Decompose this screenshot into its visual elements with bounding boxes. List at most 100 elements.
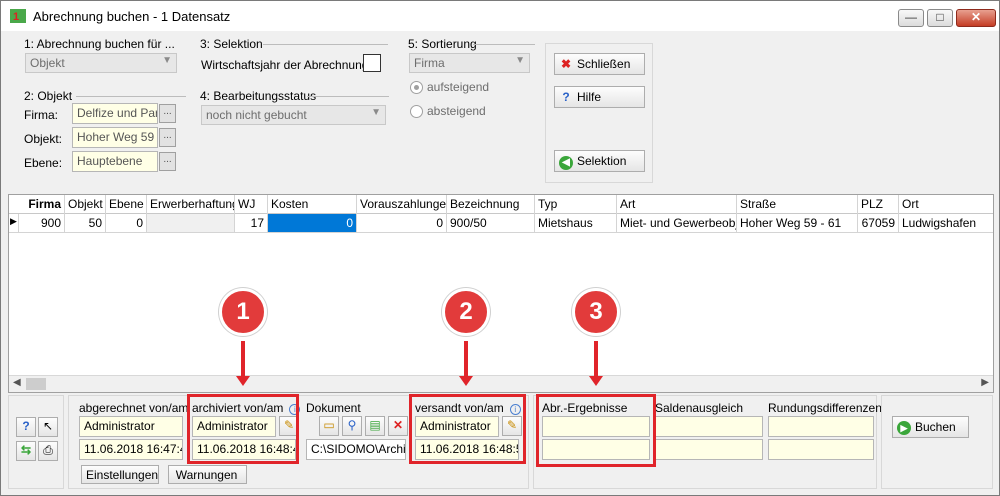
column-header-erwerberhaftung[interactable]: Erwerberhaftung bbox=[147, 195, 235, 214]
ebene-label: Ebene: bbox=[24, 156, 63, 170]
row-indicator-icon: ▶ bbox=[9, 214, 19, 233]
column-header-objekt[interactable]: Objekt bbox=[65, 195, 106, 214]
column-header-art[interactable]: Art bbox=[617, 195, 737, 214]
cell-wj[interactable]: 17 bbox=[235, 214, 268, 233]
column-header-typ[interactable]: Typ bbox=[535, 195, 617, 214]
objekt-field[interactable]: Hoher Weg 59 - bbox=[72, 127, 158, 148]
callout-badge-3: 3 bbox=[572, 288, 620, 336]
close-button[interactable]: ✕ bbox=[956, 9, 996, 27]
column-header-vorauszahlungen[interactable]: Vorauszahlungen bbox=[357, 195, 447, 214]
column-header-plz[interactable]: PLZ bbox=[858, 195, 899, 214]
column-header-firma[interactable]: Firma bbox=[9, 195, 65, 214]
group-label-sortierung: 5: Sortierung bbox=[408, 37, 477, 51]
firma-field[interactable]: Delfize und Partr bbox=[72, 103, 158, 124]
scan-icon[interactable]: ▤ bbox=[365, 416, 385, 436]
cell-ort[interactable]: Ludwigshafen bbox=[899, 214, 993, 233]
group-label-bearbeitungsstatus: 4: Bearbeitungsstatus bbox=[200, 89, 317, 103]
column-header-wj[interactable]: WJ bbox=[235, 195, 268, 214]
firma-label: Firma: bbox=[24, 108, 58, 122]
group-label-selektion: 3: Selektion bbox=[200, 37, 263, 51]
cell-kosten[interactable]: 0 bbox=[268, 214, 357, 233]
app-icon: 1 bbox=[10, 9, 26, 23]
scroll-right-icon[interactable]: ▶ bbox=[981, 377, 989, 388]
abgerechnet-user-field[interactable]: Administrator bbox=[79, 416, 183, 437]
buchen-panel bbox=[881, 395, 993, 489]
objekt-label: Objekt: bbox=[24, 132, 63, 146]
sortierung-select[interactable]: Firma ▼ bbox=[409, 53, 530, 73]
refresh-icon[interactable]: ⇆ bbox=[16, 441, 36, 461]
highlight-box-ergebnisse bbox=[536, 394, 656, 467]
abrechnung-select-value: Objekt bbox=[30, 56, 65, 70]
dokument-path-field[interactable]: C:\SIDOMO\Archiv\F bbox=[306, 439, 406, 460]
cell-objekt[interactable]: 50 bbox=[65, 214, 106, 233]
column-header-ort[interactable]: Ort bbox=[899, 195, 993, 214]
pointer-icon[interactable]: ↖ bbox=[38, 417, 58, 437]
results-table[interactable]: Firma Objekt Ebene Erwerberhaftung WJ Ko… bbox=[8, 194, 994, 393]
buchen-label: Buchen bbox=[915, 420, 956, 434]
ebene-lookup-button[interactable]: ... bbox=[159, 152, 176, 171]
einstellungen-button[interactable]: Einstellungen bbox=[81, 465, 159, 484]
scroll-left-icon[interactable]: ◀ bbox=[13, 377, 21, 388]
salden-field-2[interactable] bbox=[655, 439, 763, 460]
hilfe-button[interactable]: ? Hilfe bbox=[554, 86, 645, 108]
divider bbox=[307, 96, 389, 97]
cell-ebene[interactable]: 0 bbox=[106, 214, 147, 233]
salden-label: Saldenausgleich bbox=[655, 401, 744, 415]
window-title: Abrechnung buchen - 1 Datensatz bbox=[33, 9, 231, 24]
rundung-field-2[interactable] bbox=[768, 439, 874, 460]
rundung-field-1[interactable] bbox=[768, 416, 874, 437]
divider bbox=[76, 96, 186, 97]
svg-text:1: 1 bbox=[13, 11, 19, 23]
wirtschaftsjahr-checkbox[interactable] bbox=[363, 54, 381, 72]
column-header-strasse[interactable]: Straße bbox=[737, 195, 858, 214]
cell-firma[interactable]: 900 bbox=[19, 214, 65, 233]
maximize-button[interactable]: □ bbox=[927, 9, 953, 27]
divider bbox=[263, 44, 388, 45]
rundung-label: Rundungsdifferenzen bbox=[768, 401, 882, 415]
column-header-ebene[interactable]: Ebene bbox=[106, 195, 147, 214]
cell-bezeichnung[interactable]: 900/50 bbox=[447, 214, 535, 233]
minimize-button[interactable]: — bbox=[898, 9, 924, 27]
buchen-button[interactable]: ▶ Buchen bbox=[892, 416, 969, 438]
warnungen-button[interactable]: Warnungen bbox=[168, 465, 247, 484]
abgerechnet-label: abgerechnet von/am bbox=[79, 401, 189, 415]
scrollbar-thumb[interactable] bbox=[26, 378, 46, 390]
callout-arrow-1 bbox=[241, 341, 245, 377]
callout-arrow-2 bbox=[464, 341, 468, 377]
objekt-lookup-button[interactable]: ... bbox=[159, 128, 176, 147]
bearbeitungsstatus-select[interactable]: noch nicht gebucht ▼ bbox=[201, 105, 386, 125]
group-label-abrechnung: 1: Abrechnung buchen für ... bbox=[24, 37, 175, 51]
cell-erwerberhaftung[interactable] bbox=[147, 214, 235, 233]
horizontal-scrollbar[interactable]: ◀ ▶ bbox=[9, 375, 993, 392]
arrow-left-circle-icon: ◀ bbox=[559, 156, 573, 170]
chevron-down-icon: ▼ bbox=[371, 107, 381, 118]
abrechnung-select[interactable]: Objekt ▼ bbox=[25, 53, 177, 73]
printer-icon[interactable]: ⎙ bbox=[38, 441, 58, 461]
schliessen-button[interactable]: ✖ Schließen bbox=[554, 53, 645, 75]
ebene-field[interactable]: Hauptebene bbox=[72, 151, 158, 172]
sort-asc-radio[interactable] bbox=[410, 81, 423, 94]
group-label-objekt: 2: Objekt bbox=[24, 89, 73, 103]
folder-icon[interactable]: ▭ bbox=[319, 416, 339, 436]
abgerechnet-date-field[interactable]: 11.06.2018 16:47:41 bbox=[79, 439, 183, 460]
dokument-label: Dokument bbox=[306, 401, 361, 415]
cell-vorauszahlungen[interactable]: 0 bbox=[357, 214, 447, 233]
cell-strasse[interactable]: Hoher Weg 59 - 61 bbox=[737, 214, 858, 233]
chevron-down-icon: ▼ bbox=[162, 55, 172, 66]
table-header: Firma Objekt Ebene Erwerberhaftung WJ Ko… bbox=[9, 195, 993, 214]
column-header-bezeichnung[interactable]: Bezeichnung bbox=[447, 195, 535, 214]
selektion-button[interactable]: ◀ Selektion bbox=[554, 150, 645, 172]
delete-icon[interactable]: ✕ bbox=[388, 416, 408, 436]
cell-art[interactable]: Miet- und Gewerbeobjek bbox=[617, 214, 737, 233]
cell-plz[interactable]: 67059 bbox=[858, 214, 899, 233]
firma-lookup-button[interactable]: ... bbox=[159, 104, 176, 123]
search-binoculars-icon[interactable]: ⚲ bbox=[342, 416, 362, 436]
column-header-kosten[interactable]: Kosten bbox=[268, 195, 357, 214]
highlight-box-archiviert bbox=[187, 394, 299, 464]
close-x-icon: ✖ bbox=[560, 57, 572, 71]
divider bbox=[473, 44, 535, 45]
sort-desc-radio[interactable] bbox=[410, 105, 423, 118]
salden-field-1[interactable] bbox=[655, 416, 763, 437]
help-icon[interactable]: ? bbox=[16, 417, 36, 437]
cell-typ[interactable]: Mietshaus bbox=[535, 214, 617, 233]
